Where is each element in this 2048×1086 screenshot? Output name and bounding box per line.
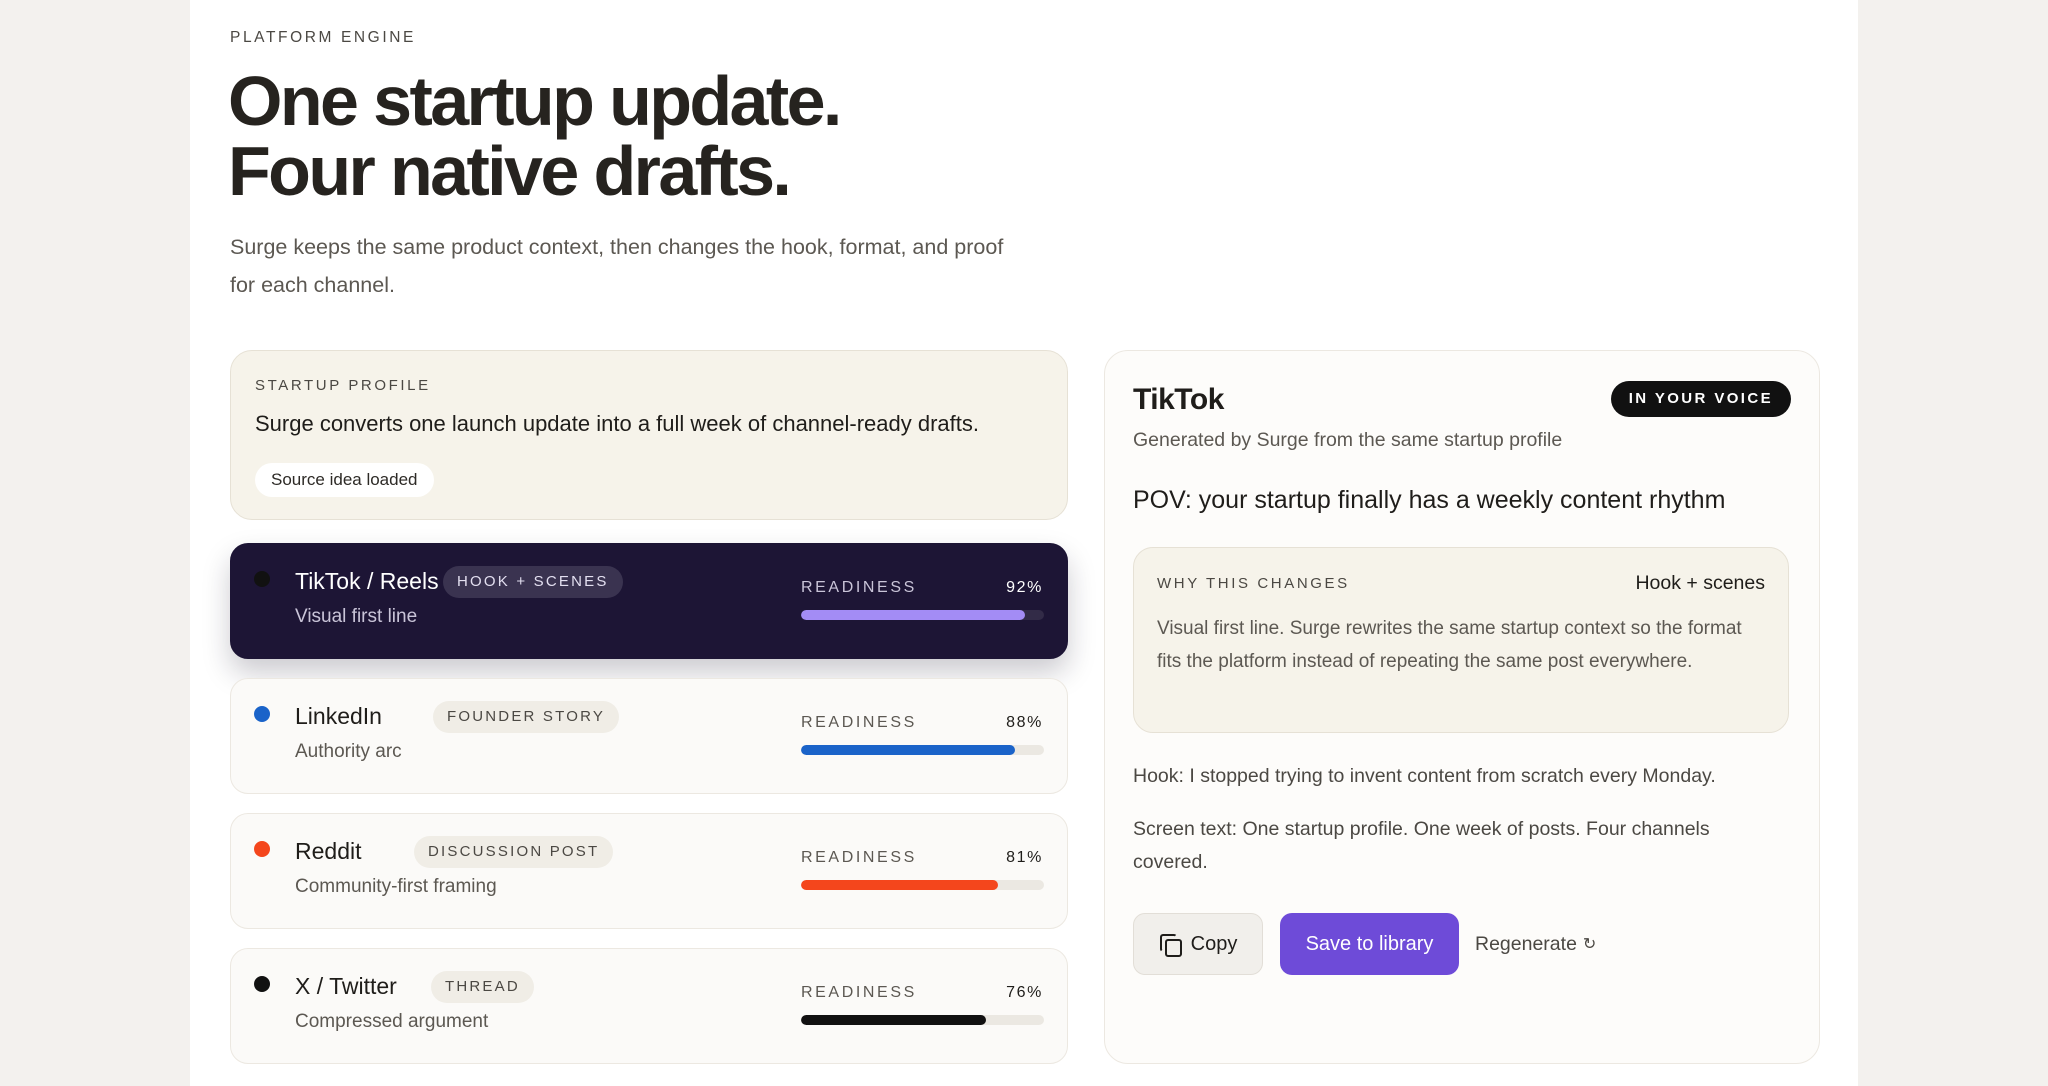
readiness-value: 81% — [1006, 849, 1043, 866]
readiness-bar-fill — [801, 745, 1015, 755]
detail-title: TikTok — [1133, 383, 1224, 416]
readiness-value: 88% — [1006, 714, 1043, 731]
channel-name: Reddit — [295, 838, 362, 864]
why-explanation: Visual first line. Surge rewrites the sa… — [1157, 618, 1742, 672]
channel-dot — [254, 841, 270, 857]
startup-profile-card: STARTUP PROFILE Surge converts one launc… — [230, 350, 1068, 520]
copy-button[interactable]: Copy — [1133, 913, 1263, 975]
channel-name: LinkedIn — [295, 703, 382, 729]
eyebrow-label: PLATFORM ENGINE — [230, 29, 416, 46]
page-subtitle: Surge keeps the same product context, th… — [230, 235, 1004, 297]
readiness-label: READINESS — [801, 849, 917, 866]
channel-dot — [254, 571, 270, 587]
channel-card-reddit[interactable]: Reddit DISCUSSION POST Community-first f… — [230, 813, 1068, 929]
voice-badge: IN YOUR VOICE — [1610, 381, 1791, 417]
readiness-label: READINESS — [801, 714, 917, 731]
channel-card-tiktok[interactable]: TikTok / Reels HOOK + SCENES Visual firs… — [230, 543, 1068, 659]
channel-dot — [254, 706, 270, 722]
readiness-label: READINESS — [801, 984, 917, 1001]
channel-badge: DISCUSSION POST — [414, 836, 614, 868]
draft-hook: Hook: I stopped trying to invent content… — [1133, 765, 1716, 787]
why-format-tag: Hook + scenes — [1635, 572, 1765, 594]
refresh-icon: ↻ — [1582, 936, 1597, 953]
channel-name: X / Twitter — [295, 973, 397, 999]
readiness-bar-fill — [801, 1015, 986, 1025]
readiness-bar — [801, 610, 1044, 620]
channel-subtitle: Compressed argument — [295, 1011, 489, 1032]
page: PLATFORM ENGINE One startup update. Four… — [190, 0, 1858, 1086]
profile-text: Surge converts one launch update into a … — [255, 411, 980, 436]
readiness-value: 76% — [1006, 984, 1043, 1001]
readiness-bar-fill — [801, 880, 998, 890]
regenerate-label: Regenerate — [1475, 932, 1577, 955]
channel-subtitle: Visual first line — [295, 606, 418, 627]
draft-screen-text: Screen text: One startup profile. One we… — [1133, 818, 1710, 873]
channel-subtitle: Authority arc — [295, 741, 402, 762]
draft-detail-panel: TikTok IN YOUR VOICE Generated by Surge … — [1104, 350, 1820, 1064]
channel-card-x-twitter[interactable]: X / Twitter THREAD Compressed argument R… — [230, 948, 1068, 1064]
detail-subtitle: Generated by Surge from the same startup… — [1133, 429, 1563, 451]
readiness-label: READINESS — [801, 579, 917, 596]
profile-label: STARTUP PROFILE — [255, 377, 431, 394]
channel-card-linkedin[interactable]: LinkedIn FOUNDER STORY Authority arc REA… — [230, 678, 1068, 794]
headline-line-2: Four native drafts. — [228, 132, 792, 210]
channel-subtitle: Community-first framing — [295, 876, 497, 897]
readiness-bar — [801, 880, 1044, 890]
channel-badge: FOUNDER STORY — [433, 701, 620, 733]
source-idea-pill: Source idea loaded — [255, 463, 434, 497]
save-to-library-button[interactable]: Save to library — [1280, 913, 1459, 975]
readiness-value: 92% — [1006, 579, 1043, 596]
channel-badge: THREAD — [431, 971, 534, 1003]
why-this-changes-card: WHY THIS CHANGES Hook + scenes Visual fi… — [1133, 547, 1789, 733]
readiness-bar-fill — [801, 610, 1025, 620]
copy-button-label: Copy — [1190, 932, 1238, 955]
readiness-bar — [801, 745, 1044, 755]
headline-line-1: One startup update. — [228, 62, 842, 140]
page-title: One startup update. Four native drafts. — [228, 66, 1128, 206]
channel-badge: HOOK + SCENES — [443, 566, 623, 598]
readiness-bar — [801, 1015, 1044, 1025]
regenerate-button[interactable]: Regenerate ↻ — [1475, 913, 1596, 975]
draft-pov-line: POV: your startup finally has a weekly c… — [1133, 486, 1726, 514]
channel-dot — [254, 976, 270, 992]
copy-icon — [1159, 933, 1182, 957]
why-label: WHY THIS CHANGES — [1157, 575, 1350, 592]
channel-name: TikTok / Reels — [295, 568, 439, 594]
